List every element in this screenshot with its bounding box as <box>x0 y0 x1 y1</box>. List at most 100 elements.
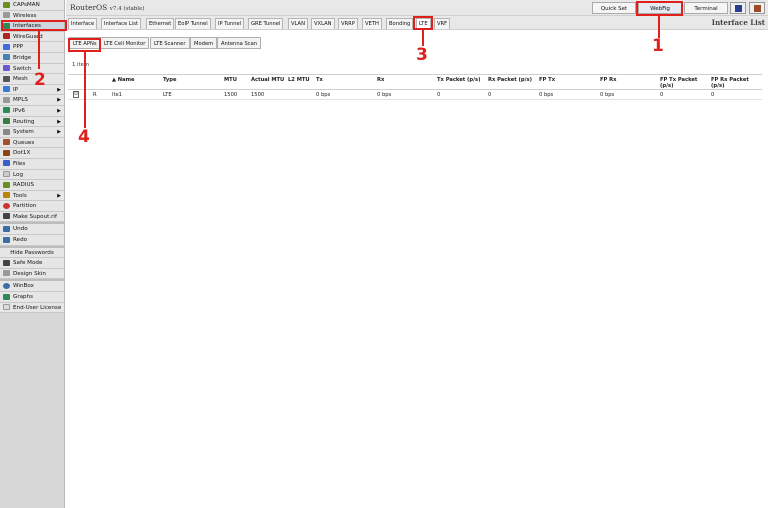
sidebar-item-bridge[interactable]: Bridge <box>0 52 64 64</box>
col-rx[interactable]: Rx <box>377 77 384 83</box>
tab-interface[interactable]: Interface <box>68 18 98 29</box>
capsman-icon <box>3 1 10 8</box>
subtab-lte-cell-monitor[interactable]: LTE Cell Monitor <box>100 37 150 49</box>
table-header: ▲ Name Type MTU Actual MTU L2 MTU Tx Rx … <box>68 74 762 90</box>
annotation-number-2: 2 <box>34 70 46 90</box>
tools-icon <box>3 192 10 199</box>
submenu-arrow-icon: ▶ <box>57 192 61 199</box>
submenu-arrow-icon: ▶ <box>57 107 61 114</box>
files-icon <box>3 160 10 167</box>
sidebar-item-ipv6[interactable]: IPv6 ▶ <box>0 105 64 117</box>
sidebar-item-capsman[interactable]: CAPsMAN <box>0 0 64 11</box>
sidebar-menu: CAPsMAN Wireless Interfaces WireGuard PP… <box>0 0 65 508</box>
tab-vrrp[interactable]: VRRP <box>338 18 358 29</box>
ip-icon <box>3 86 10 93</box>
sidebar-item-switch[interactable]: Switch <box>0 63 64 75</box>
sidebar-item-files[interactable]: Files <box>0 158 64 170</box>
sidebar-item-system[interactable]: System ▶ <box>0 127 64 138</box>
wireguard-icon <box>3 33 10 40</box>
ppp-icon <box>3 43 10 50</box>
row-mtu: 1500 <box>224 92 238 98</box>
subtab-lte-scanner[interactable]: LTE Scanner <box>150 37 190 49</box>
col-actual-mtu[interactable]: Actual MTU <box>251 77 284 83</box>
col-fp-rx-packet[interactable]: FP Rx Packet (p/s) <box>711 77 755 89</box>
sidebar-item-make-supout[interactable]: Make Supout.rif <box>0 211 64 223</box>
col-type[interactable]: Type <box>163 77 177 83</box>
tab-ethernet[interactable]: Ethernet <box>146 18 175 29</box>
sidebar-item-radius[interactable]: RADIUS <box>0 180 64 191</box>
tab-interface-list[interactable]: Interface List <box>101 18 141 29</box>
tab-eoip-tunnel[interactable]: EoIP Tunnel <box>175 18 211 29</box>
license-icon <box>3 304 10 311</box>
tab-vlan[interactable]: VLAN <box>288 18 308 29</box>
sidebar-item-dot1x[interactable]: Dot1X <box>0 148 64 159</box>
sidebar-item-partition[interactable]: Partition <box>0 201 64 212</box>
col-name[interactable]: ▲ Name <box>112 77 135 83</box>
annotation-line-3 <box>422 30 424 46</box>
tab-gre-tunnel[interactable]: GRE Tunnel <box>248 18 284 29</box>
sidebar-item-undo[interactable]: Undo <box>0 224 64 236</box>
routing-icon <box>3 118 10 125</box>
table-row[interactable]: D R lte1 LTE 1500 1500 0 bps 0 bps 0 0 0… <box>68 90 762 100</box>
radius-icon <box>3 181 10 188</box>
sidebar-item-wireguard[interactable]: WireGuard <box>0 31 64 43</box>
tab-ip-tunnel[interactable]: IP Tunnel <box>215 18 245 29</box>
col-mtu[interactable]: MTU <box>224 77 237 83</box>
design-skin-icon <box>3 270 10 277</box>
col-tx-packet[interactable]: Tx Packet (p/s) <box>437 77 480 83</box>
row-fp-tx: 0 bps <box>539 92 554 98</box>
row-tx: 0 bps <box>316 92 331 98</box>
sidebar-item-safe-mode[interactable]: Safe Mode <box>0 258 64 269</box>
row-name[interactable]: lte1 <box>112 92 122 98</box>
annotation-box-webfig <box>636 1 683 16</box>
sidebar-item-queues[interactable]: Queues <box>0 137 64 149</box>
item-count: 1 item <box>72 62 90 68</box>
sidebar-item-winbox[interactable]: WinBox <box>0 281 64 293</box>
row-fp-rx-packet: 0 <box>711 92 715 98</box>
terminal-button[interactable]: Terminal <box>684 2 728 14</box>
annotation-number-1: 1 <box>652 36 664 56</box>
sidebar-item-design-skin[interactable]: Design Skin <box>0 268 64 280</box>
sidebar-item-graphs[interactable]: Graphs <box>0 292 64 303</box>
row-type: LTE <box>163 92 172 98</box>
quick-set-button[interactable]: Quick Set <box>592 2 636 14</box>
sidebar-item-tools[interactable]: Tools ▶ <box>0 190 64 202</box>
sidebar-item-license[interactable]: End-User License <box>0 302 64 314</box>
row-tx-packet: 0 <box>437 92 441 98</box>
sidebar-item-routing[interactable]: Routing ▶ <box>0 116 64 128</box>
subtab-antenna-scan[interactable]: Antenna Scan <box>217 37 262 49</box>
tab-vrf[interactable]: VRF <box>434 18 451 29</box>
col-tx[interactable]: Tx <box>316 77 323 83</box>
settings-icon[interactable] <box>749 2 765 14</box>
mesh-icon <box>3 75 10 82</box>
col-fp-tx-packet[interactable]: FP Tx Packet (p/s) <box>660 77 704 89</box>
sidebar-item-ppp[interactable]: PPP <box>0 42 64 53</box>
expand-row-button[interactable]: D <box>73 91 79 98</box>
sidebar-item-mesh[interactable]: Mesh <box>0 74 64 85</box>
row-rx: 0 bps <box>377 92 392 98</box>
switch-icon <box>3 65 10 72</box>
row-rx-packet: 0 <box>488 92 492 98</box>
sidebar-item-mpls[interactable]: MPLS ▶ <box>0 95 64 106</box>
annotation-number-3: 3 <box>416 45 428 65</box>
sidebar-item-redo[interactable]: Redo <box>0 235 64 246</box>
sidebar-item-hide-passwords[interactable]: Hide Passwords <box>0 247 64 259</box>
col-rx-packet[interactable]: Rx Packet (p/s) <box>488 77 532 83</box>
save-icon[interactable] <box>730 2 746 14</box>
col-fp-tx[interactable]: FP Tx <box>539 77 555 83</box>
annotation-number-4: 4 <box>78 127 90 147</box>
sidebar-item-ip[interactable]: IP ▶ <box>0 84 64 96</box>
wireless-icon <box>3 12 10 19</box>
annotation-line-4 <box>84 52 86 128</box>
submenu-arrow-icon: ▶ <box>57 129 61 136</box>
subtab-modem[interactable]: Modem <box>190 37 218 49</box>
col-l2-mtu[interactable]: L2 MTU <box>288 77 310 83</box>
tab-vxlan[interactable]: VXLAN <box>311 18 335 29</box>
sidebar-item-log[interactable]: Log <box>0 169 64 181</box>
tab-veth[interactable]: VETH <box>362 18 382 29</box>
annotation-box-lte-apns <box>68 38 101 52</box>
col-fp-rx[interactable]: FP Rx <box>600 77 617 83</box>
partition-icon <box>3 202 10 209</box>
tab-bonding[interactable]: Bonding <box>386 18 414 29</box>
redo-icon <box>3 236 10 243</box>
